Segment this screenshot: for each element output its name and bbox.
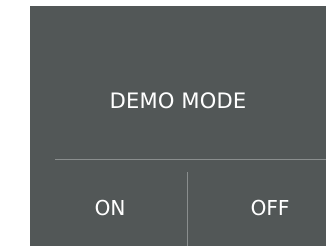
- vertical-divider: [187, 172, 188, 246]
- dialog-title: DEMO MODE: [109, 89, 247, 113]
- horizontal-divider: [55, 159, 326, 160]
- on-button[interactable]: ON: [80, 188, 140, 228]
- off-button[interactable]: OFF: [235, 188, 305, 228]
- demo-mode-dialog: DEMO MODE ON OFF: [30, 6, 326, 246]
